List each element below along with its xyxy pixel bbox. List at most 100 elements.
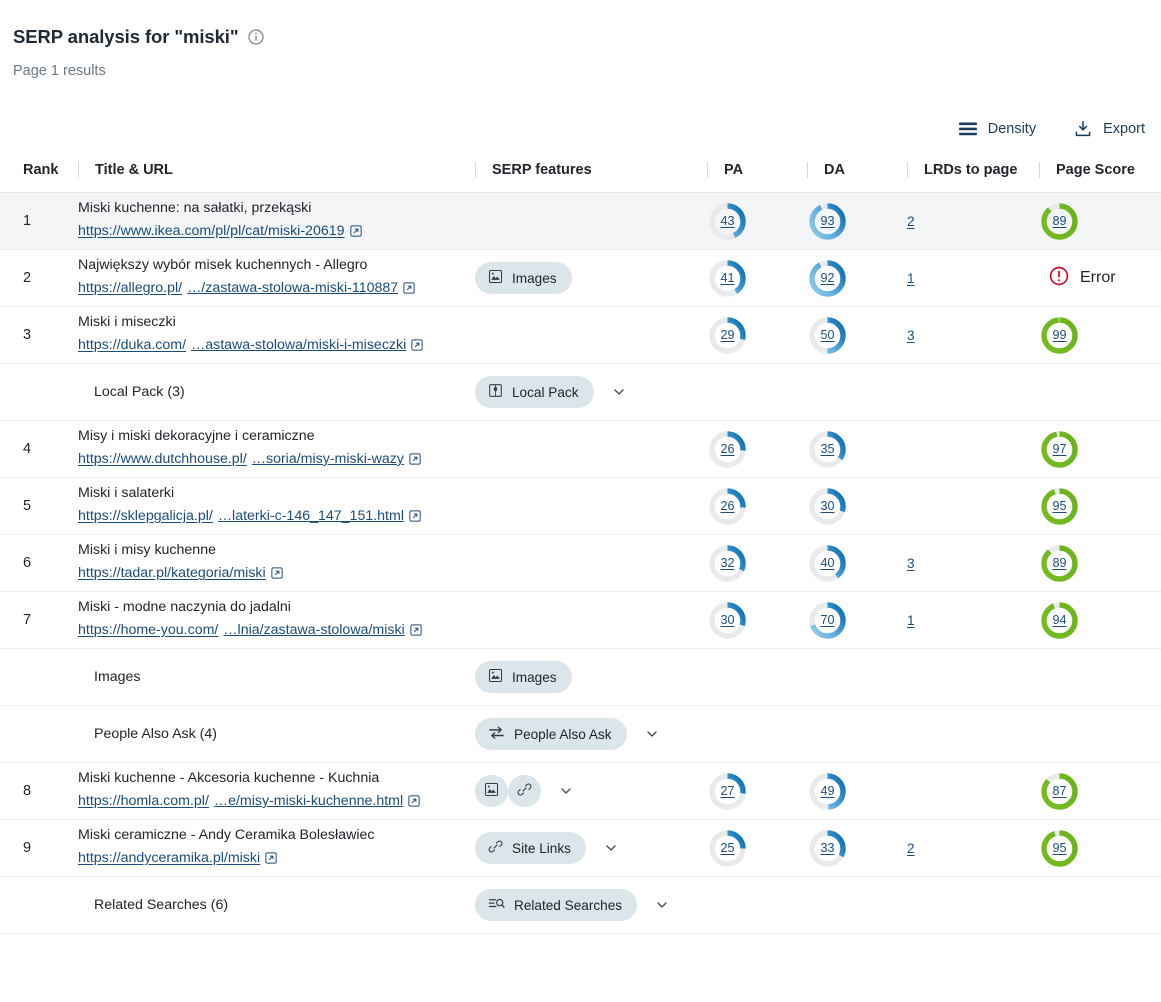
result-url-link[interactable]: https://duka.com/ [78, 337, 186, 353]
lrds-value[interactable]: 3 [907, 556, 915, 571]
metric-value[interactable]: 99 [1039, 315, 1080, 356]
lrds-value[interactable]: 2 [907, 841, 915, 856]
metric-value[interactable]: 43 [707, 201, 748, 242]
lrds-value[interactable]: 2 [907, 214, 915, 229]
column-header-serp-features[interactable]: SERP features [475, 162, 707, 193]
metric-value[interactable]: 49 [807, 771, 848, 812]
metric-value[interactable]: 32 [707, 543, 748, 584]
expand-row-chevron-down-icon[interactable] [645, 727, 659, 741]
metric-value[interactable]: 27 [707, 771, 748, 812]
external-link-icon[interactable] [408, 794, 420, 813]
metric-gauge[interactable]: 35 [807, 429, 848, 470]
metric-value[interactable]: 95 [1039, 486, 1080, 527]
page-score-gauge[interactable]: 97 [1039, 429, 1080, 470]
page-score-gauge[interactable]: 95 [1039, 828, 1080, 869]
external-link-icon[interactable] [349, 224, 362, 243]
result-url-path[interactable]: …e/misy-miski-kuchenne.html [214, 793, 403, 809]
lrds-value[interactable]: 1 [907, 271, 915, 286]
metric-gauge[interactable]: 33 [807, 828, 848, 869]
result-url-link[interactable]: https://sklepgalicja.pl/ [78, 508, 213, 524]
external-link-icon[interactable] [271, 566, 283, 585]
metric-gauge[interactable]: 30 [707, 600, 748, 641]
metric-gauge[interactable]: 70 [807, 600, 848, 641]
metric-value[interactable]: 94 [1039, 600, 1080, 641]
page-score-gauge[interactable]: 87 [1039, 771, 1080, 812]
column-header-pa[interactable]: PA [707, 162, 807, 193]
result-url-link[interactable]: https://home-you.com/ [78, 622, 218, 638]
metric-gauge[interactable]: 26 [707, 429, 748, 470]
metric-value[interactable]: 92 [807, 258, 848, 299]
external-link-icon[interactable] [265, 851, 277, 870]
expand-row-chevron-down-icon[interactable] [559, 784, 573, 798]
metric-value[interactable]: 87 [1039, 771, 1080, 812]
metric-value[interactable]: 25 [707, 828, 748, 869]
column-header-da[interactable]: DA [807, 162, 907, 193]
page-score-gauge[interactable]: 94 [1039, 600, 1080, 641]
serp-feature-chip[interactable] [475, 775, 508, 807]
metric-gauge[interactable]: 40 [807, 543, 848, 584]
metric-value[interactable]: 30 [707, 600, 748, 641]
metric-gauge[interactable]: 32 [707, 543, 748, 584]
result-url-path[interactable]: …laterki-c-146_147_151.html [218, 508, 404, 524]
column-header-title-url[interactable]: Title & URL [78, 162, 475, 193]
metric-gauge[interactable]: 27 [707, 771, 748, 812]
external-link-icon[interactable] [409, 509, 421, 528]
expand-row-chevron-down-icon[interactable] [655, 898, 669, 912]
result-url-link[interactable]: https://tadar.pl/kategoria/miski [78, 565, 266, 581]
metric-value[interactable]: 40 [807, 543, 848, 584]
serp-feature-chip-related-searches[interactable]: Related Searches [475, 889, 638, 921]
page-score-gauge[interactable]: 95 [1039, 486, 1080, 527]
result-url-path[interactable]: …lnia/zastawa-stolowa/miski [223, 622, 404, 638]
metric-value[interactable]: 35 [807, 429, 848, 470]
metric-value[interactable]: 41 [707, 258, 748, 299]
serp-feature-chip-site-links[interactable]: Site Links [475, 832, 586, 864]
metric-value[interactable]: 26 [707, 486, 748, 527]
serp-feature-chip-images[interactable]: Images [475, 661, 572, 693]
metric-gauge[interactable]: 49 [807, 771, 848, 812]
metric-value[interactable]: 29 [707, 315, 748, 356]
result-url-link[interactable]: https://www.dutchhouse.pl/ [78, 451, 247, 467]
metric-gauge[interactable]: 43 [707, 201, 748, 242]
expand-row-chevron-down-icon[interactable] [612, 385, 626, 399]
serp-feature-chip-local-pack[interactable]: Local Pack [475, 376, 594, 408]
result-url-path[interactable]: …astawa-stolowa/miski-i-miseczki [191, 337, 406, 353]
metric-gauge[interactable]: 30 [807, 486, 848, 527]
result-url-path[interactable]: …soria/misy-miski-wazy [252, 451, 404, 467]
metric-value[interactable]: 89 [1039, 201, 1080, 242]
page-score-gauge[interactable]: 99 [1039, 315, 1080, 356]
metric-gauge[interactable]: 41 [707, 258, 748, 299]
serp-feature-chip-people-also-ask[interactable]: People Also Ask [475, 718, 627, 750]
metric-gauge[interactable]: 26 [707, 486, 748, 527]
external-link-icon[interactable] [403, 281, 415, 300]
column-header-lrds[interactable]: LRDs to page [907, 162, 1039, 193]
metric-value[interactable]: 89 [1039, 543, 1080, 584]
metric-gauge[interactable]: 92 [807, 258, 848, 299]
metric-value[interactable]: 95 [1039, 828, 1080, 869]
metric-gauge[interactable]: 50 [807, 315, 848, 356]
metric-value[interactable]: 70 [807, 600, 848, 641]
external-link-icon[interactable] [409, 452, 421, 471]
metric-gauge[interactable]: 25 [707, 828, 748, 869]
result-url-link[interactable]: https://homla.com.pl/ [78, 793, 209, 809]
serp-feature-chip-images[interactable]: Images [475, 262, 572, 294]
lrds-value[interactable]: 1 [907, 613, 915, 628]
metric-gauge[interactable]: 93 [807, 201, 848, 242]
metric-value[interactable]: 33 [807, 828, 848, 869]
density-button[interactable]: Density [958, 121, 1036, 137]
metric-gauge[interactable]: 29 [707, 315, 748, 356]
page-score-gauge[interactable]: 89 [1039, 201, 1080, 242]
external-link-icon[interactable] [410, 623, 422, 642]
metric-value[interactable]: 50 [807, 315, 848, 356]
result-url-link[interactable]: https://www.ikea.com/pl/pl/cat/miski-206… [78, 223, 345, 239]
export-button[interactable]: Export [1074, 120, 1145, 138]
expand-row-chevron-down-icon[interactable] [604, 841, 618, 855]
metric-value[interactable]: 97 [1039, 429, 1080, 470]
result-url-path[interactable]: …/zastawa-stolowa-miski-110887 [187, 280, 398, 296]
external-link-icon[interactable] [411, 338, 423, 357]
page-score-gauge[interactable]: 89 [1039, 543, 1080, 584]
lrds-value[interactable]: 3 [907, 328, 915, 343]
metric-value[interactable]: 26 [707, 429, 748, 470]
column-header-page-score[interactable]: Page Score [1039, 162, 1161, 193]
result-url-link[interactable]: https://andyceramika.pl/miski [78, 850, 260, 866]
result-url-link[interactable]: https://allegro.pl/ [78, 280, 182, 296]
